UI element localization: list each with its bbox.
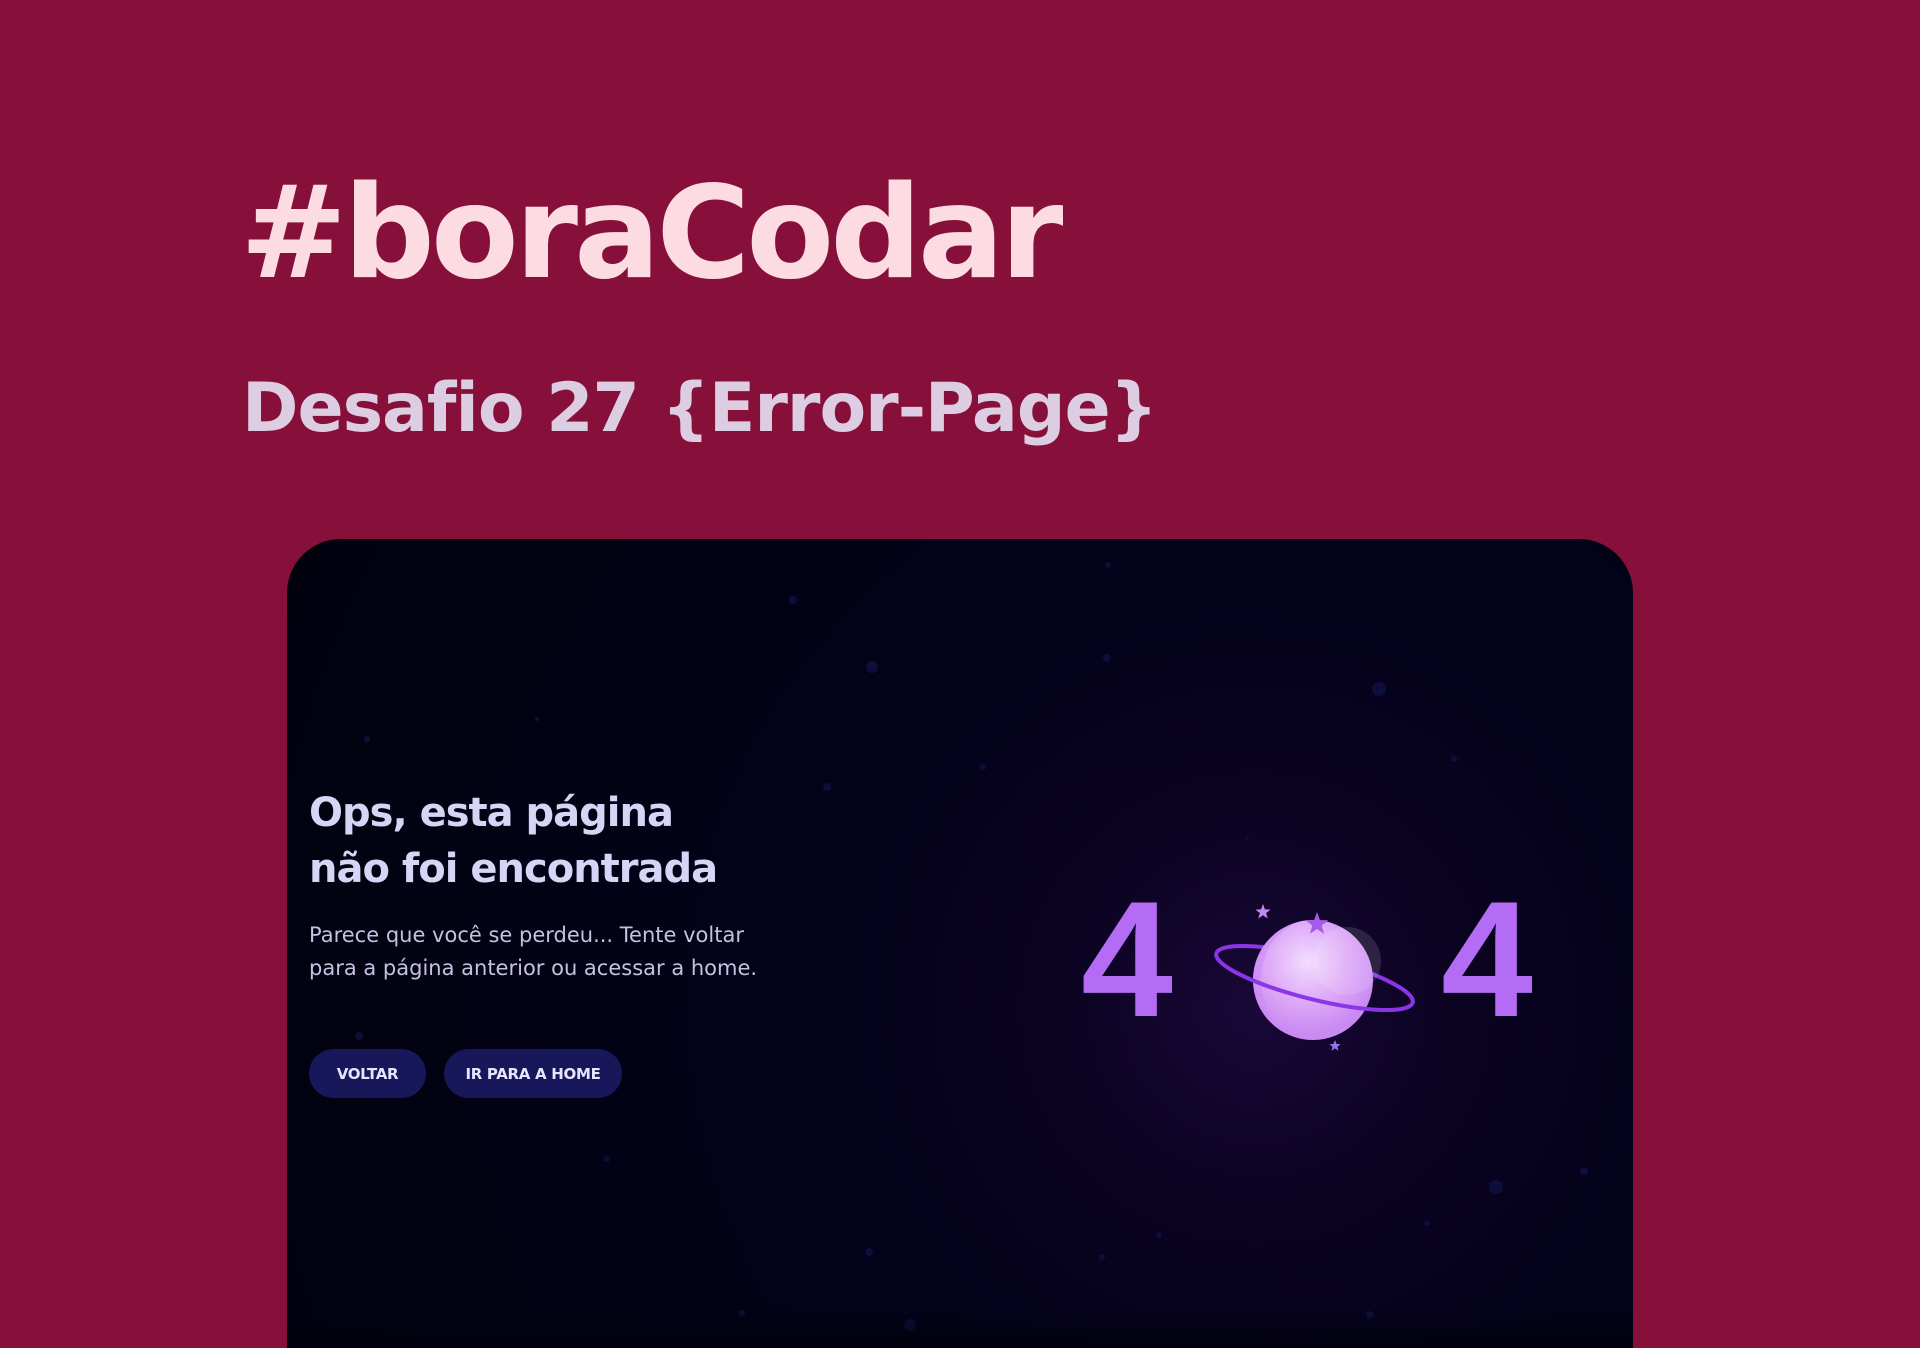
- error-description-line-1: Parece que você se perdeu... Tente volta…: [309, 923, 744, 947]
- error-headline: Ops, esta página não foi encontrada: [309, 785, 809, 897]
- error-description-line-2: para a página anterior ou acessar a home…: [309, 956, 758, 980]
- error-headline-line-2: não foi encontrada: [309, 846, 718, 892]
- error-description: Parece que você se perdeu... Tente volta…: [309, 919, 789, 985]
- page-subtitle: Desafio 27 {Error-Page}: [242, 369, 1158, 448]
- error-headline-line-1: Ops, esta página: [309, 790, 674, 836]
- error-code-digit-right: 4: [1441, 867, 1533, 1051]
- error-code-digit-left: 4: [1081, 867, 1173, 1051]
- page-title: #boraCodar: [240, 159, 1063, 308]
- back-button[interactable]: VOLTAR: [309, 1049, 426, 1098]
- error-page-card: Ops, esta página não foi encontrada Pare…: [287, 539, 1633, 1348]
- error-404-illustration: 4 4: [1081, 867, 1533, 1051]
- go-home-button[interactable]: IR PARA A HOME: [444, 1049, 622, 1098]
- planet-icon: [1214, 920, 1415, 1040]
